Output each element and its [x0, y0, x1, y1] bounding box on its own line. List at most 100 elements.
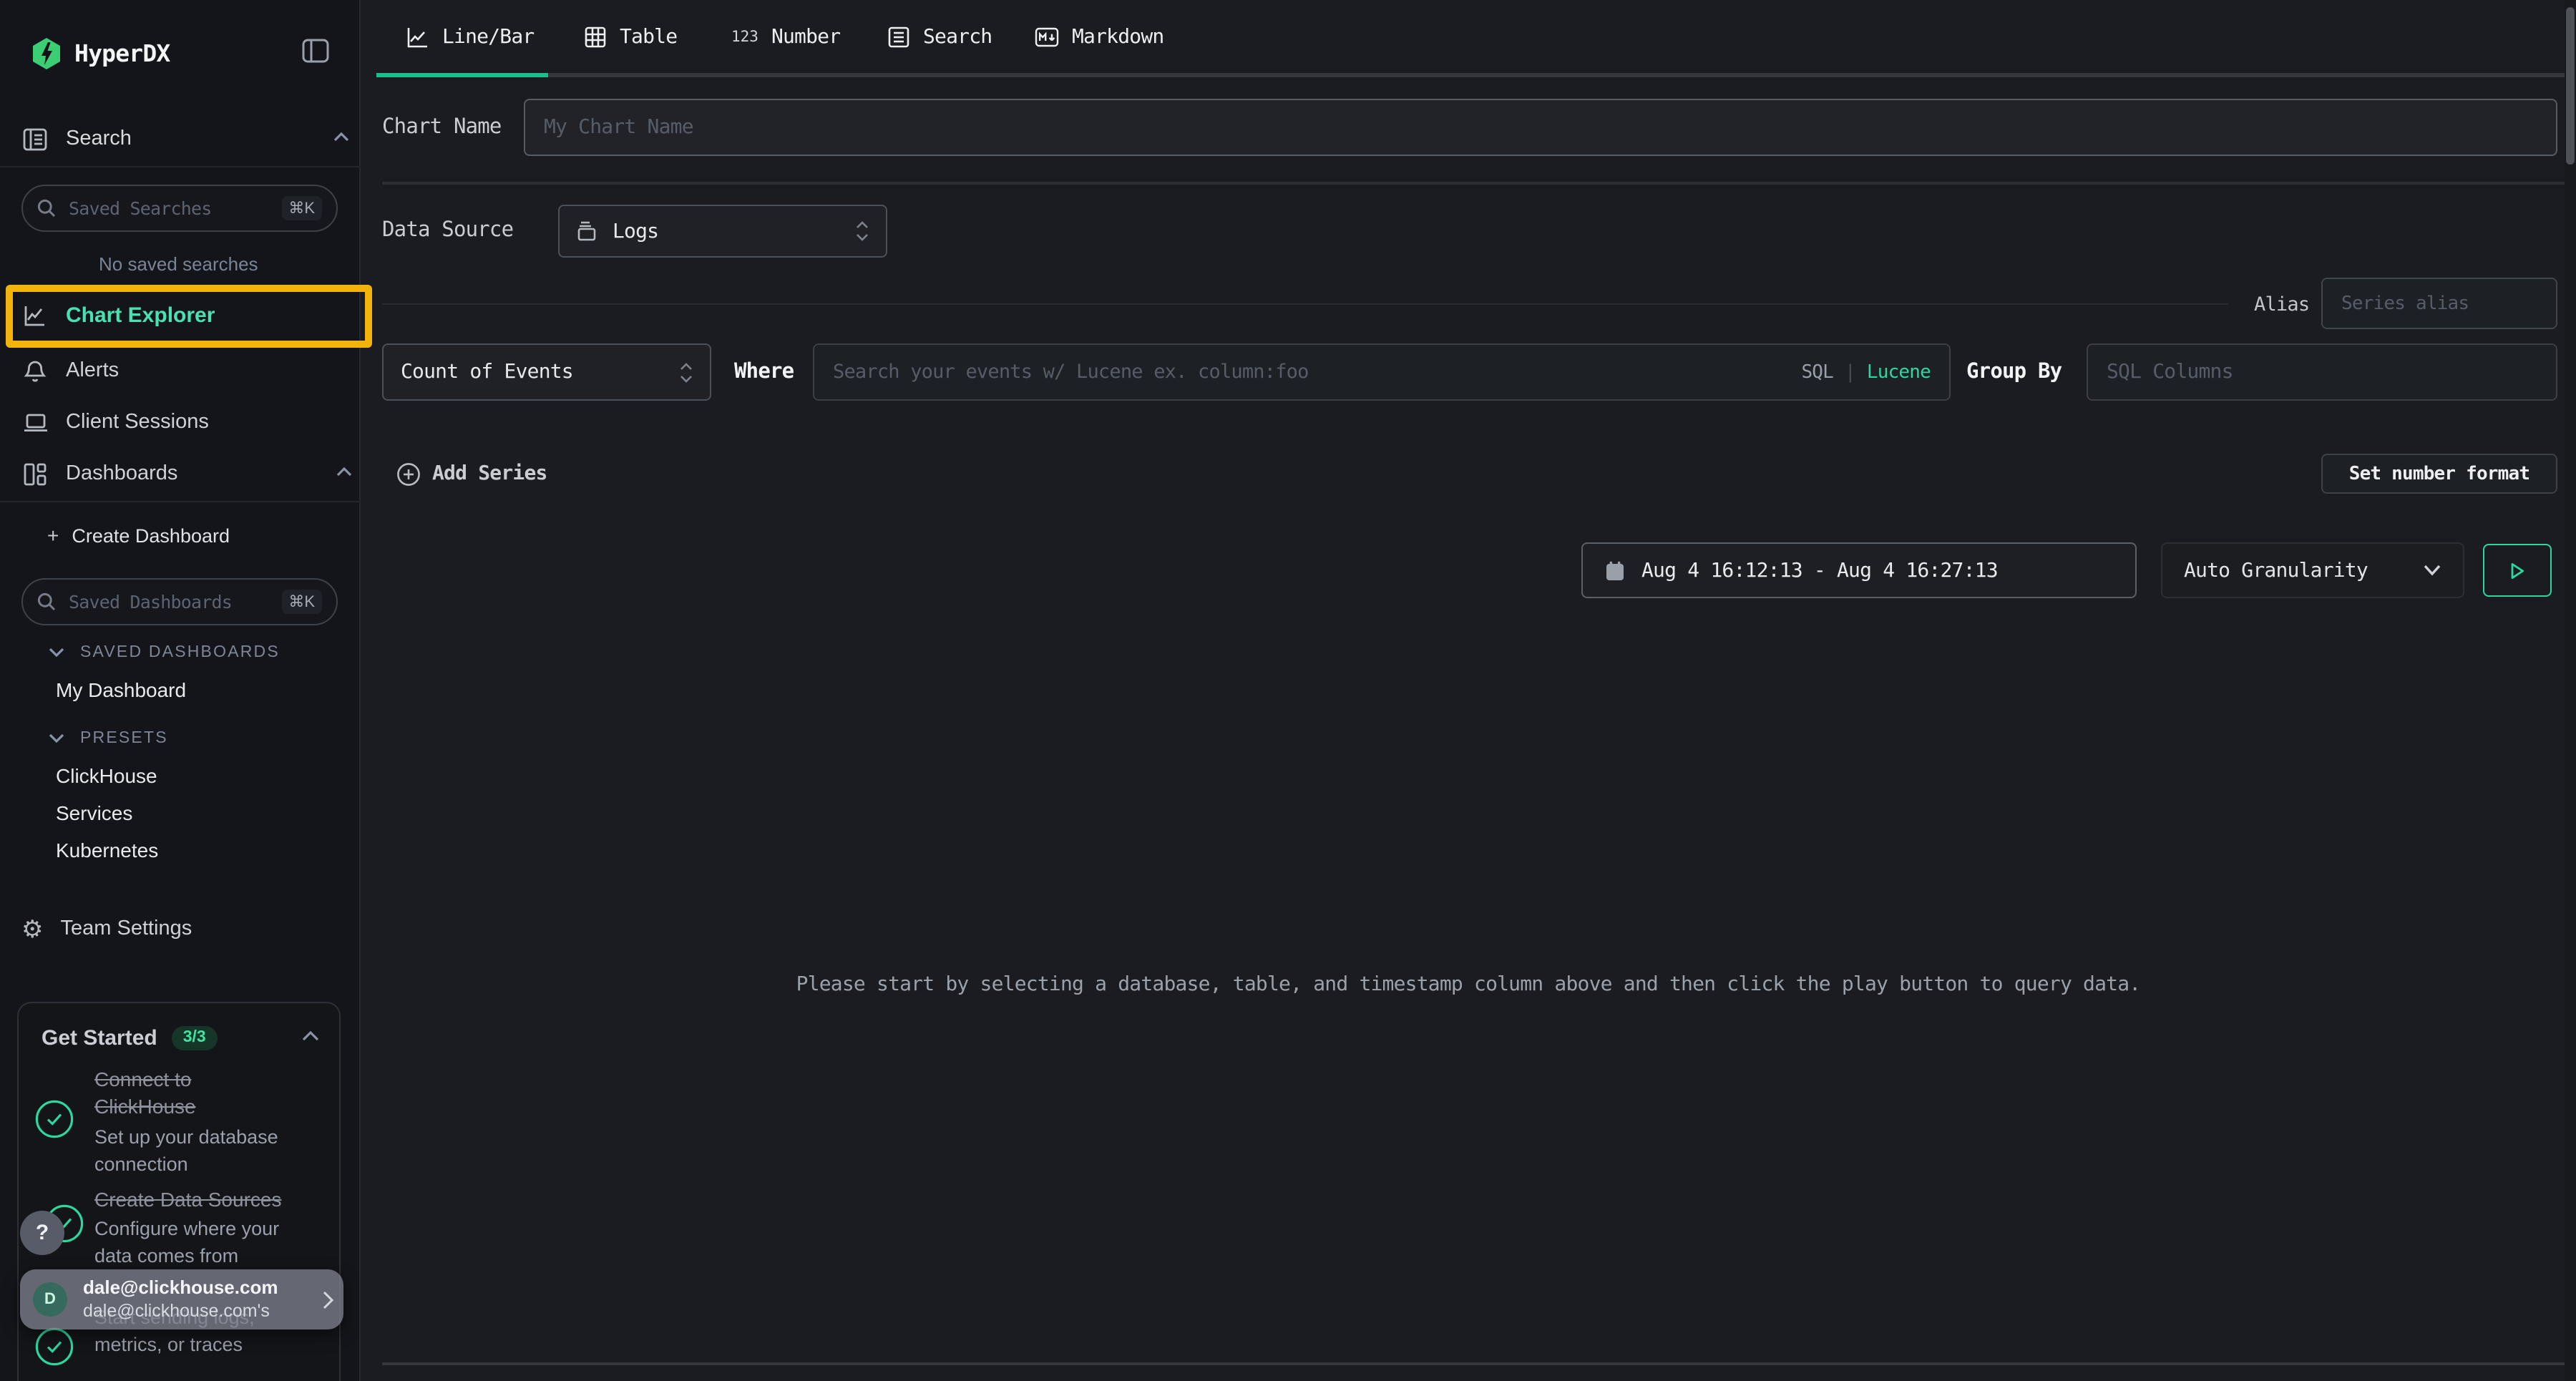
get-started-item-title: Create Data Sources: [94, 1186, 338, 1214]
select-chevrons-icon: [680, 361, 693, 383]
saved-searches-input[interactable]: Saved Searches ⌘K: [21, 185, 338, 232]
scrollbar-track[interactable]: [2565, 0, 2576, 1381]
sidebar-section-search[interactable]: Search: [23, 126, 132, 152]
sidebar-search-label: Search: [66, 127, 132, 150]
calendar-icon: [1606, 560, 1624, 580]
team-settings-label: Team Settings: [61, 917, 192, 940]
avatar: D: [33, 1282, 67, 1317]
number-123-icon: 123: [731, 29, 758, 46]
markdown-icon: [1035, 27, 1059, 47]
dashboards-label: Dashboards: [66, 462, 177, 485]
create-dashboard-button[interactable]: + Create Dashboard: [47, 522, 230, 548]
data-source-label: Data Source: [382, 219, 513, 242]
chevron-down-icon: [2423, 564, 2441, 577]
get-started-title: Get Started: [42, 1025, 157, 1050]
sidebar-item-chart-explorer[interactable]: Chart Explorer: [23, 301, 215, 329]
get-started-item-desc: Set up your database connection: [94, 1123, 312, 1178]
tab-label: Search: [923, 26, 992, 49]
chevron-up-icon[interactable]: [336, 467, 352, 478]
search-icon: [37, 199, 56, 218]
chart-name-input[interactable]: [524, 99, 2557, 156]
granularity-value: Auto Granularity: [2184, 559, 2368, 582]
divider: [382, 1362, 2569, 1365]
group-by-input[interactable]: [2087, 343, 2557, 401]
select-chevrons-icon: [856, 220, 869, 242]
client-sessions-label: Client Sessions: [66, 411, 209, 434]
hyperdx-logo-icon: [31, 36, 62, 69]
logo[interactable]: HyperDX: [31, 34, 170, 72]
saved-dashboards-input[interactable]: Saved Dashboards ⌘K: [21, 578, 338, 625]
progress-badge: 3/3: [172, 1025, 218, 1050]
run-query-play-button[interactable]: [2483, 544, 2552, 597]
tab-label: Table: [620, 26, 677, 49]
tabbar-underline: [376, 73, 2576, 77]
plus-circle-icon: [396, 462, 421, 486]
time-range-value: Aug 4 16:12:13 - Aug 4 16:27:13: [1641, 559, 1998, 582]
where-input[interactable]: [813, 343, 1951, 401]
tab-search[interactable]: Search: [887, 26, 992, 49]
search-panel-icon: [23, 127, 47, 151]
data-source-value: Logs: [613, 220, 658, 243]
tab-table[interactable]: Table: [584, 26, 677, 49]
tab-label: Line/Bar: [442, 26, 534, 49]
divider: [382, 182, 2576, 184]
where-label: Where: [734, 361, 794, 384]
play-icon: [2510, 562, 2524, 579]
chart-name-label: Chart Name: [382, 116, 502, 139]
collapse-sidebar-icon[interactable]: [302, 39, 329, 63]
tab-label: Markdown: [1072, 26, 1163, 49]
chevron-down-icon: [49, 733, 64, 744]
alias-input[interactable]: [2321, 278, 2557, 329]
aggregation-select[interactable]: Count of Events: [382, 343, 711, 401]
lucene-toggle[interactable]: Lucene: [1867, 361, 1931, 383]
time-range-picker[interactable]: Aug 4 16:12:13 - Aug 4 16:27:13: [1581, 542, 2137, 598]
app-title: HyperDX: [74, 39, 170, 67]
chevron-up-icon[interactable]: [333, 132, 349, 143]
table-icon: [584, 26, 607, 49]
sidebar-item-services[interactable]: Services: [56, 801, 132, 824]
sql-toggle[interactable]: SQL: [1801, 361, 1833, 383]
help-button[interactable]: ?: [20, 1211, 64, 1255]
set-number-format-button[interactable]: Set number format: [2321, 454, 2557, 494]
logs-source-icon: [577, 220, 598, 242]
check-circle-icon: [34, 1099, 74, 1146]
presets-section[interactable]: PRESETS: [49, 727, 168, 750]
check-circle-icon: [34, 1327, 74, 1374]
divider: [0, 166, 361, 167]
alerts-label: Alerts: [66, 359, 119, 382]
tab-markdown[interactable]: Markdown: [1035, 26, 1163, 49]
sidebar-item-my-dashboard[interactable]: My Dashboard: [56, 678, 186, 701]
sidebar-item-dashboards[interactable]: Dashboards: [23, 459, 177, 488]
saved-dashboards-heading: SAVED DASHBOARDS: [80, 644, 280, 661]
tab-label: Number: [771, 26, 840, 49]
chart-explorer-label: Chart Explorer: [66, 303, 215, 327]
user-email: dale@clickhouse.com: [83, 1277, 278, 1298]
add-series-button[interactable]: Add Series: [396, 461, 547, 487]
saved-dashboards-section[interactable]: SAVED DASHBOARDS: [49, 641, 280, 664]
plus-icon: +: [47, 524, 59, 547]
tab-number[interactable]: 123 Number: [731, 26, 840, 49]
sidebar-item-client-sessions[interactable]: Client Sessions: [23, 408, 209, 436]
sidebar-item-alerts[interactable]: Alerts: [23, 356, 119, 385]
empty-state-message: Please start by selecting a database, ta…: [361, 973, 2576, 996]
shortcut-badge: ⌘K: [281, 590, 322, 614]
query-language-toggle[interactable]: SQL | Lucene: [1801, 343, 1931, 401]
sidebar-item-clickhouse[interactable]: ClickHouse: [56, 764, 157, 787]
divider: [382, 303, 2228, 305]
granularity-select[interactable]: Auto Granularity: [2161, 542, 2464, 598]
sidebar: HyperDX Search: [0, 0, 361, 1381]
user-menu[interactable]: D dale@clickhouse.com dale@clickhouse.co…: [20, 1269, 343, 1329]
sidebar-item-kubernetes[interactable]: Kubernetes: [56, 839, 158, 862]
data-source-select[interactable]: Logs: [558, 205, 887, 258]
sidebar-item-team-settings[interactable]: ⚙ Team Settings: [21, 914, 192, 943]
user-subtitle: dale@clickhouse.com's: [83, 1301, 270, 1321]
gear-icon: ⚙: [21, 915, 44, 942]
presets-heading: PRESETS: [80, 730, 168, 747]
group-by-label: Group By: [1966, 361, 2062, 384]
bell-icon: [23, 358, 47, 383]
aggregation-value: Count of Events: [401, 361, 573, 384]
scrollbar-thumb[interactable]: [2566, 7, 2574, 165]
chevron-up-icon[interactable]: [302, 1030, 319, 1042]
get-started-item-title: Connect to ClickHouse: [94, 1066, 255, 1121]
tab-line-bar[interactable]: Line/Bar: [406, 26, 534, 49]
